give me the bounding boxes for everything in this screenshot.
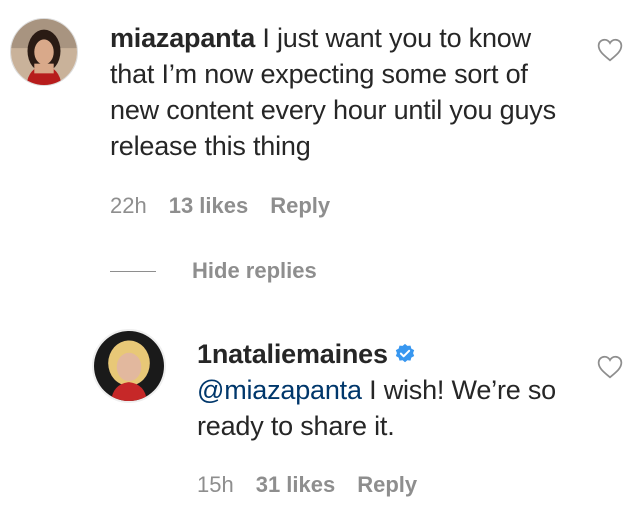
comment-likes[interactable]: 13 likes [169, 193, 249, 219]
avatar[interactable] [92, 329, 166, 403]
comment-body: miazapanta I just want you to know that … [110, 20, 570, 164]
comment-username[interactable]: miazapanta [110, 23, 255, 53]
reply-body: 1nataliemaines @miazapanta I wish! We’re… [197, 336, 577, 444]
avatar-photo-icon [11, 19, 77, 85]
comment-time[interactable]: 22h [110, 193, 147, 219]
reply-time[interactable]: 15h [197, 472, 234, 498]
avatar-photo-icon [94, 331, 164, 401]
reply-button[interactable]: Reply [357, 472, 417, 498]
reply-likes[interactable]: 31 likes [256, 472, 336, 498]
hide-replies-button[interactable]: Hide replies [110, 258, 317, 284]
reply-meta: 15h 31 likes Reply [197, 472, 417, 498]
comment-meta: 22h 13 likes Reply [110, 193, 330, 219]
reply-username[interactable]: 1nataliemaines [197, 339, 388, 369]
heart-icon[interactable] [597, 38, 623, 62]
divider-line [110, 270, 156, 272]
reply-button[interactable]: Reply [270, 193, 330, 219]
heart-icon[interactable] [597, 355, 623, 379]
mention-link[interactable]: @miazapanta [197, 375, 362, 405]
verified-badge-icon [395, 343, 414, 363]
avatar[interactable] [10, 18, 78, 86]
hide-replies-label: Hide replies [192, 258, 317, 283]
